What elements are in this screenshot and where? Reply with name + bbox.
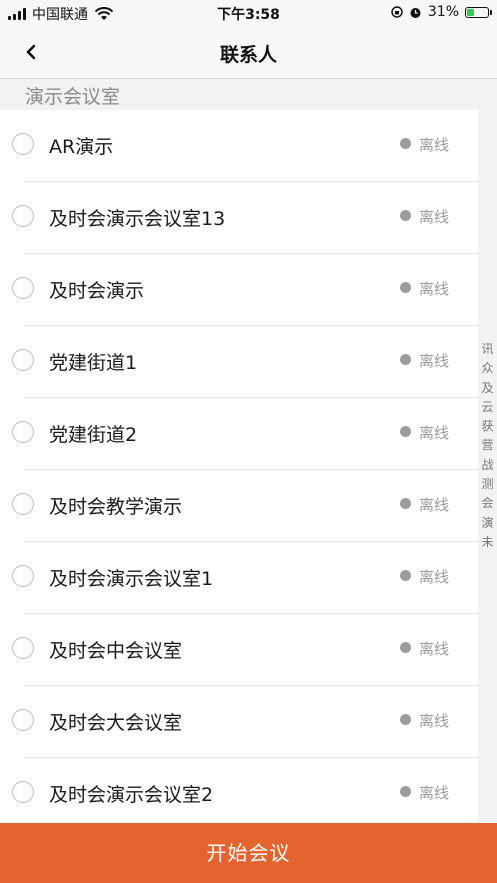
status-dot-icon <box>400 642 411 653</box>
section-header: 演示会议室 <box>25 86 121 108</box>
contact-name: 及时会教学演示 <box>49 496 183 518</box>
contact-status: 离线 <box>419 352 450 370</box>
page-title: 联系人 <box>219 44 277 66</box>
navigation-bar: 联系人 <box>0 26 497 79</box>
index-letter[interactable]: 测 <box>481 475 493 494</box>
contact-row[interactable]: AR演示 离线 <box>0 110 478 182</box>
status-dot-icon <box>400 354 411 365</box>
contact-row[interactable]: 及时会中会议室 离线 <box>0 614 478 686</box>
contact-name: 及时会大会议室 <box>49 712 183 734</box>
status-dot-icon <box>400 210 411 221</box>
contact-row[interactable]: 及时会演示会议室1 离线 <box>0 542 478 614</box>
contact-row[interactable]: 党建街道1 离线 <box>0 326 478 398</box>
contact-name: 及时会中会议室 <box>49 640 183 662</box>
index-letter[interactable]: 营 <box>481 436 493 455</box>
contact-name: AR演示 <box>49 136 114 158</box>
contact-status: 离线 <box>419 424 450 442</box>
contact-status: 离线 <box>419 640 450 658</box>
index-bar[interactable]: 讯众及云获营战测会演未 <box>478 340 497 552</box>
status-dot-icon <box>400 138 411 149</box>
contact-row[interactable]: 及时会演示会议室13 离线 <box>0 182 478 254</box>
index-letter[interactable]: 战 <box>481 456 493 475</box>
select-radio[interactable] <box>12 133 34 155</box>
select-radio[interactable] <box>12 349 34 371</box>
status-dot-icon <box>400 498 411 509</box>
contact-list: AR演示 离线 及时会演示会议室13 离线 及时会演示 离线 党建街道1 离线 党建街道2 离线及… <box>0 110 478 823</box>
contact-row[interactable]: 及时会演示 离线 <box>0 254 478 326</box>
contact-status: 离线 <box>419 136 450 154</box>
battery-icon <box>465 6 492 18</box>
contact-status: 离线 <box>419 784 450 802</box>
contact-name: 及时会演示会议室13 <box>49 208 226 230</box>
index-letter[interactable]: 演 <box>481 514 493 533</box>
contact-name: 党建街道1 <box>49 352 138 374</box>
status-bar: 中国联通 下午3:58 31% <box>0 0 497 26</box>
contact-status: 离线 <box>419 280 450 298</box>
select-radio[interactable] <box>12 781 34 803</box>
status-dot-icon <box>400 570 411 581</box>
index-letter[interactable]: 众 <box>481 359 493 378</box>
index-letter[interactable]: 未 <box>481 533 493 552</box>
select-radio[interactable] <box>12 565 34 587</box>
orientation-lock-icon <box>391 6 403 18</box>
contact-status: 离线 <box>419 568 450 586</box>
select-radio[interactable] <box>12 493 34 515</box>
contact-name: 党建街道2 <box>49 424 138 446</box>
contact-name: 及时会演示会议室2 <box>49 784 214 806</box>
select-radio[interactable] <box>12 709 34 731</box>
contact-row[interactable]: 党建街道2 离线 <box>0 398 478 470</box>
index-letter[interactable]: 会 <box>481 494 493 513</box>
select-radio[interactable] <box>12 277 34 299</box>
contact-row[interactable]: 及时会教学演示 离线 <box>0 470 478 542</box>
select-radio[interactable] <box>12 637 34 659</box>
index-letter[interactable]: 云 <box>481 398 493 417</box>
battery-percent: 31% <box>427 4 459 20</box>
status-dot-icon <box>400 426 411 437</box>
alarm-icon <box>410 7 421 18</box>
select-radio[interactable] <box>12 421 34 443</box>
start-meeting-button[interactable]: 开始会议 <box>0 823 497 883</box>
contact-status: 离线 <box>419 496 450 514</box>
status-dot-icon <box>400 282 411 293</box>
select-radio[interactable] <box>12 205 34 227</box>
index-letter[interactable]: 获 <box>481 417 493 436</box>
contact-row[interactable]: 及时会大会议室 离线 <box>0 686 478 758</box>
index-letter[interactable]: 讯 <box>481 340 493 359</box>
index-letter[interactable]: 及 <box>481 379 493 398</box>
contact-status: 离线 <box>419 712 450 730</box>
contact-name: 及时会演示会议室1 <box>49 568 214 590</box>
status-dot-icon <box>400 786 411 797</box>
status-dot-icon <box>400 714 411 725</box>
contact-row[interactable]: 及时会演示会议室2 离线 <box>0 758 478 823</box>
contact-name: 及时会演示 <box>49 280 145 302</box>
contact-status: 离线 <box>419 208 450 226</box>
